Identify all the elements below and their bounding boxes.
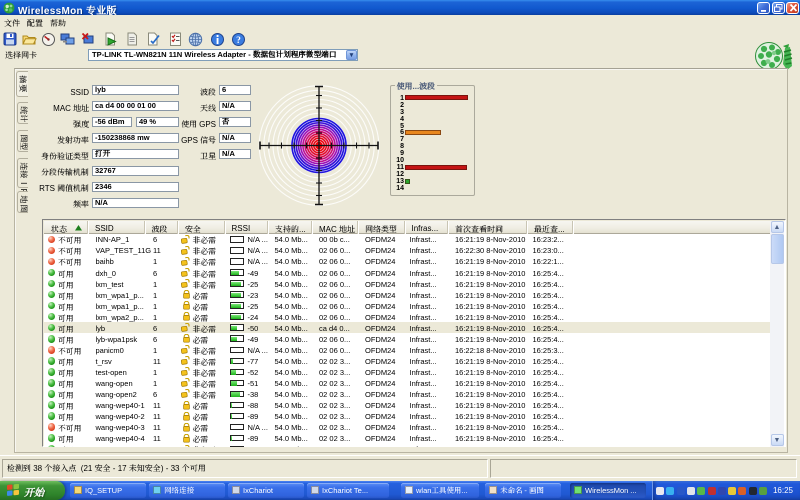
svg-text:?: ? — [236, 36, 241, 46]
